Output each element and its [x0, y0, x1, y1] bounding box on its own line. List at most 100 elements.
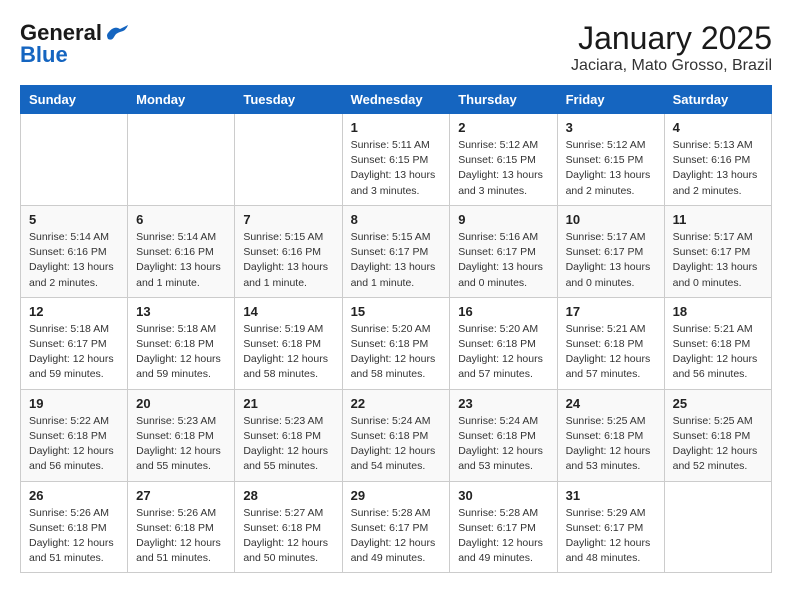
day-info-15: Sunrise: 5:20 AM Sunset: 6:18 PM Dayligh… — [351, 322, 442, 383]
week-row-3: 12 Sunrise: 5:18 AM Sunset: 6:17 PM Dayli… — [21, 297, 772, 389]
day-number-2: 2 — [458, 120, 548, 135]
day-number-8: 8 — [351, 212, 442, 227]
day-cell-21: 21 Sunrise: 5:23 AM Sunset: 6:18 PM Dayli… — [235, 389, 342, 481]
day-number-6: 6 — [136, 212, 226, 227]
day-number-30: 30 — [458, 488, 548, 503]
day-cell-28: 28 Sunrise: 5:27 AM Sunset: 6:18 PM Dayli… — [235, 481, 342, 573]
weekday-friday: Friday — [557, 86, 664, 114]
day-info-8: Sunrise: 5:15 AM Sunset: 6:17 PM Dayligh… — [351, 230, 442, 291]
day-number-25: 25 — [673, 396, 763, 411]
day-info-2: Sunrise: 5:12 AM Sunset: 6:15 PM Dayligh… — [458, 138, 548, 199]
week-row-4: 19 Sunrise: 5:22 AM Sunset: 6:18 PM Dayli… — [21, 389, 772, 481]
empty-cell — [235, 114, 342, 206]
day-cell-16: 16Sunrise: 5:20 AM Sunset: 6:18 PM Dayli… — [450, 297, 557, 389]
weekday-monday: Monday — [128, 86, 235, 114]
day-info-3: Sunrise: 5:12 AM Sunset: 6:15 PM Dayligh… — [566, 138, 656, 199]
day-cell-19: 19 Sunrise: 5:22 AM Sunset: 6:18 PM Dayli… — [21, 389, 128, 481]
day-cell-31: 31 Sunrise: 5:29 AM Sunset: 6:17 PM Dayli… — [557, 481, 664, 573]
day-number-10: 10 — [566, 212, 656, 227]
day-number-7: 7 — [243, 212, 333, 227]
day-cell-27: 27 Sunrise: 5:26 AM Sunset: 6:18 PM Dayli… — [128, 481, 235, 573]
day-cell-15: 15 Sunrise: 5:20 AM Sunset: 6:18 PM Dayli… — [342, 297, 450, 389]
day-number-19: 19 — [29, 396, 119, 411]
weekday-thursday: Thursday — [450, 86, 557, 114]
day-info-10: Sunrise: 5:17 AM Sunset: 6:17 PM Dayligh… — [566, 230, 656, 291]
day-info-25: Sunrise: 5:25 AM Sunset: 6:18 PM Dayligh… — [673, 414, 763, 475]
title-block: January 2025 Jaciara, Mato Grosso, Brazi… — [571, 20, 772, 75]
day-cell-20: 20 Sunrise: 5:23 AM Sunset: 6:18 PM Dayli… — [128, 389, 235, 481]
day-number-20: 20 — [136, 396, 226, 411]
day-cell-7: 7 Sunrise: 5:15 AM Sunset: 6:16 PM Daylig… — [235, 205, 342, 297]
day-cell-13: 13 Sunrise: 5:18 AM Sunset: 6:18 PM Dayli… — [128, 297, 235, 389]
weekday-header-row: SundayMondayTuesdayWednesdayThursdayFrid… — [21, 86, 772, 114]
day-cell-25: 25 Sunrise: 5:25 AM Sunset: 6:18 PM Dayli… — [664, 389, 771, 481]
day-number-27: 27 — [136, 488, 226, 503]
day-number-1: 1 — [351, 120, 442, 135]
calendar-title: January 2025 — [571, 20, 772, 57]
day-info-30: Sunrise: 5:28 AM Sunset: 6:17 PM Dayligh… — [458, 506, 548, 567]
day-cell-8: 8 Sunrise: 5:15 AM Sunset: 6:17 PM Daylig… — [342, 205, 450, 297]
day-cell-9: 9Sunrise: 5:16 AM Sunset: 6:17 PM Daylig… — [450, 205, 557, 297]
weekday-sunday: Sunday — [21, 86, 128, 114]
day-cell-29: 29 Sunrise: 5:28 AM Sunset: 6:17 PM Dayli… — [342, 481, 450, 573]
day-info-20: Sunrise: 5:23 AM Sunset: 6:18 PM Dayligh… — [136, 414, 226, 475]
day-info-28: Sunrise: 5:27 AM Sunset: 6:18 PM Dayligh… — [243, 506, 333, 567]
day-number-5: 5 — [29, 212, 119, 227]
week-row-2: 5 Sunrise: 5:14 AM Sunset: 6:16 PM Daylig… — [21, 205, 772, 297]
day-number-16: 16 — [458, 304, 548, 319]
day-info-11: Sunrise: 5:17 AM Sunset: 6:17 PM Dayligh… — [673, 230, 763, 291]
day-number-21: 21 — [243, 396, 333, 411]
day-number-17: 17 — [566, 304, 656, 319]
day-number-12: 12 — [29, 304, 119, 319]
day-number-11: 11 — [673, 212, 763, 227]
day-info-27: Sunrise: 5:26 AM Sunset: 6:18 PM Dayligh… — [136, 506, 226, 567]
day-info-31: Sunrise: 5:29 AM Sunset: 6:17 PM Dayligh… — [566, 506, 656, 567]
day-info-21: Sunrise: 5:23 AM Sunset: 6:18 PM Dayligh… — [243, 414, 333, 475]
day-info-19: Sunrise: 5:22 AM Sunset: 6:18 PM Dayligh… — [29, 414, 119, 475]
day-cell-6: 6 Sunrise: 5:14 AM Sunset: 6:16 PM Daylig… — [128, 205, 235, 297]
day-info-14: Sunrise: 5:19 AM Sunset: 6:18 PM Dayligh… — [243, 322, 333, 383]
day-cell-1: 1Sunrise: 5:11 AM Sunset: 6:15 PM Daylig… — [342, 114, 450, 206]
day-info-9: Sunrise: 5:16 AM Sunset: 6:17 PM Dayligh… — [458, 230, 548, 291]
day-info-13: Sunrise: 5:18 AM Sunset: 6:18 PM Dayligh… — [136, 322, 226, 383]
day-cell-18: 18 Sunrise: 5:21 AM Sunset: 6:18 PM Dayli… — [664, 297, 771, 389]
empty-cell — [128, 114, 235, 206]
day-number-14: 14 — [243, 304, 333, 319]
day-info-26: Sunrise: 5:26 AM Sunset: 6:18 PM Dayligh… — [29, 506, 119, 567]
day-cell-23: 23Sunrise: 5:24 AM Sunset: 6:18 PM Dayli… — [450, 389, 557, 481]
calendar-subtitle: Jaciara, Mato Grosso, Brazil — [571, 57, 772, 75]
day-number-3: 3 — [566, 120, 656, 135]
logo-blue: Blue — [20, 42, 68, 68]
logo-bird-icon — [106, 25, 128, 41]
day-cell-30: 30 Sunrise: 5:28 AM Sunset: 6:17 PM Dayli… — [450, 481, 557, 573]
day-number-29: 29 — [351, 488, 442, 503]
day-cell-22: 22Sunrise: 5:24 AM Sunset: 6:18 PM Dayli… — [342, 389, 450, 481]
logo: General Blue — [20, 20, 128, 68]
empty-cell — [664, 481, 771, 573]
day-number-13: 13 — [136, 304, 226, 319]
day-info-18: Sunrise: 5:21 AM Sunset: 6:18 PM Dayligh… — [673, 322, 763, 383]
day-info-24: Sunrise: 5:25 AM Sunset: 6:18 PM Dayligh… — [566, 414, 656, 475]
day-number-22: 22 — [351, 396, 442, 411]
day-info-7: Sunrise: 5:15 AM Sunset: 6:16 PM Dayligh… — [243, 230, 333, 291]
day-number-28: 28 — [243, 488, 333, 503]
calendar-table: SundayMondayTuesdayWednesdayThursdayFrid… — [20, 85, 772, 573]
day-number-26: 26 — [29, 488, 119, 503]
page-header: General Blue January 2025 Jaciara, Mato … — [20, 20, 772, 75]
day-info-29: Sunrise: 5:28 AM Sunset: 6:17 PM Dayligh… — [351, 506, 442, 567]
day-cell-14: 14 Sunrise: 5:19 AM Sunset: 6:18 PM Dayli… — [235, 297, 342, 389]
day-number-18: 18 — [673, 304, 763, 319]
day-info-17: Sunrise: 5:21 AM Sunset: 6:18 PM Dayligh… — [566, 322, 656, 383]
week-row-1: 1Sunrise: 5:11 AM Sunset: 6:15 PM Daylig… — [21, 114, 772, 206]
day-info-6: Sunrise: 5:14 AM Sunset: 6:16 PM Dayligh… — [136, 230, 226, 291]
day-cell-24: 24 Sunrise: 5:25 AM Sunset: 6:18 PM Dayli… — [557, 389, 664, 481]
day-cell-11: 11 Sunrise: 5:17 AM Sunset: 6:17 PM Dayli… — [664, 205, 771, 297]
day-info-12: Sunrise: 5:18 AM Sunset: 6:17 PM Dayligh… — [29, 322, 119, 383]
day-number-24: 24 — [566, 396, 656, 411]
day-number-15: 15 — [351, 304, 442, 319]
day-cell-3: 3 Sunrise: 5:12 AM Sunset: 6:15 PM Daylig… — [557, 114, 664, 206]
weekday-tuesday: Tuesday — [235, 86, 342, 114]
week-row-5: 26 Sunrise: 5:26 AM Sunset: 6:18 PM Dayli… — [21, 481, 772, 573]
day-number-31: 31 — [566, 488, 656, 503]
day-info-4: Sunrise: 5:13 AM Sunset: 6:16 PM Dayligh… — [673, 138, 763, 199]
